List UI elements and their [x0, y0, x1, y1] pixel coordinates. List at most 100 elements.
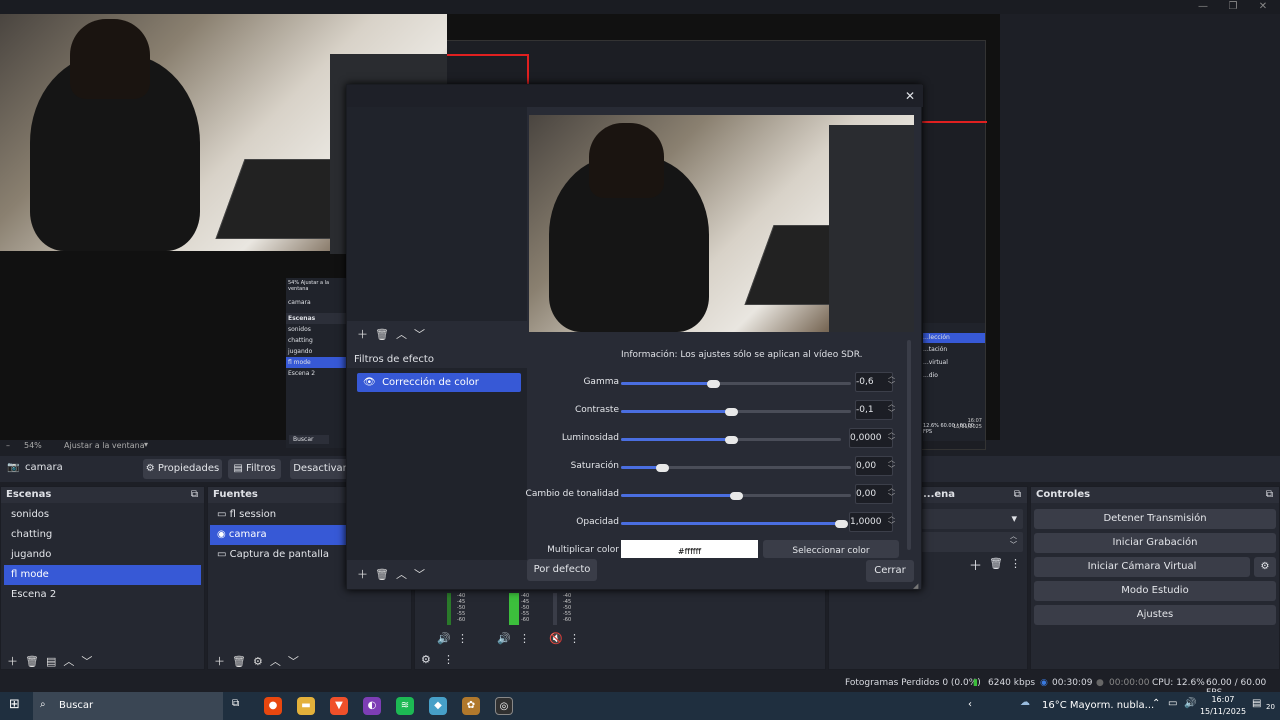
- properties-button[interactable]: ⚙ Propiedades: [143, 459, 222, 479]
- filter-item-color-correction[interactable]: 👁 Corrección de color: [357, 373, 521, 392]
- filter-icon[interactable]: ▤: [46, 655, 56, 668]
- up-arrow-icon[interactable]: ︿: [63, 655, 74, 668]
- speaker-icon[interactable]: 🔊: [437, 632, 451, 645]
- taskbar-search[interactable]: ⌕ Buscar: [33, 692, 223, 720]
- up-arrow-icon[interactable]: ︿: [396, 568, 407, 581]
- dock-undock-icon[interactable]: ⧉: [1014, 487, 1021, 503]
- more-options-icon[interactable]: ⋮: [1010, 557, 1021, 570]
- firefox-icon[interactable]: ◐: [363, 697, 381, 715]
- slider-handle[interactable]: [725, 408, 738, 416]
- windows-start-icon[interactable]: ⊞: [9, 697, 20, 712]
- add-icon[interactable]: ＋: [357, 568, 368, 581]
- settings-scrollbar[interactable]: [907, 340, 911, 550]
- scene-item-escena-2[interactable]: Escena 2: [4, 585, 201, 605]
- zoom-out-button[interactable]: –: [6, 441, 10, 450]
- spin-arrows-icon[interactable]: ︿ ﹀: [885, 372, 898, 392]
- trash-icon[interactable]: 🗑: [25, 655, 39, 668]
- volume-icon[interactable]: 🔊: [1184, 698, 1196, 709]
- add-icon[interactable]: ＋: [214, 655, 225, 668]
- taskbar-clock[interactable]: 16:07 15/11/2025: [1198, 694, 1248, 718]
- start-virtual-camera-button[interactable]: Iniciar Cámara Virtual: [1034, 557, 1250, 577]
- select-color-button[interactable]: Seleccionar color: [763, 540, 899, 558]
- close-window-button[interactable]: ✕: [1248, 0, 1278, 14]
- task-view-icon[interactable]: ⧉: [232, 698, 239, 709]
- scene-item-sonidos[interactable]: sonidos: [4, 505, 201, 525]
- stop-streaming-button[interactable]: Detener Transmisión: [1034, 509, 1276, 529]
- gear-icon[interactable]: ⚙: [253, 655, 263, 668]
- minimize-button[interactable]: —: [1188, 0, 1218, 14]
- chevron-down-icon: ▾: [1011, 512, 1017, 525]
- spin-arrows-icon[interactable]: ︿ ﹀: [885, 512, 898, 532]
- dock-undock-icon[interactable]: ⧉: [191, 487, 198, 503]
- down-arrow-icon[interactable]: ﹀: [288, 655, 299, 668]
- add-icon[interactable]: ＋: [7, 655, 18, 668]
- down-arrow-icon[interactable]: ﹀: [81, 655, 92, 668]
- obs-studio-icon[interactable]: ◎: [495, 697, 513, 715]
- slider-handle[interactable]: [835, 520, 848, 528]
- close-icon[interactable]: ✕: [905, 89, 915, 103]
- office-app-icon[interactable]: ●: [264, 697, 282, 715]
- more-options-icon[interactable]: ⋮: [443, 653, 454, 666]
- transition-select[interactable]: ▾: [921, 509, 1023, 529]
- spin-arrows-icon[interactable]: ︿ ﹀: [885, 428, 898, 448]
- spin-arrows-icon[interactable]: ︿ ﹀: [885, 456, 898, 476]
- add-icon[interactable]: ＋: [969, 555, 982, 574]
- slider-fill: [621, 410, 731, 413]
- scene-item-jugando[interactable]: jugando: [4, 545, 201, 565]
- weather-text: 16°C Mayorm. nubla...: [1042, 700, 1155, 711]
- nested-scene: jugando: [288, 348, 313, 355]
- spin-arrows-icon[interactable]: ︿ ﹀: [885, 400, 898, 420]
- transition-duration[interactable]: ︿ ﹀: [921, 532, 1023, 552]
- slider-handle[interactable]: [730, 492, 743, 500]
- fit-dropdown-icon[interactable]: ▾: [144, 440, 148, 449]
- more-options-icon[interactable]: ⋮: [457, 632, 468, 645]
- spin-arrows-icon[interactable]: ︿ ﹀: [885, 484, 898, 504]
- spotify-icon[interactable]: ≋: [396, 697, 414, 715]
- close-button[interactable]: Cerrar: [866, 560, 914, 582]
- app-icon[interactable]: ◆: [429, 697, 447, 715]
- studio-mode-button[interactable]: Modo Estudio: [1034, 581, 1276, 601]
- maximize-button[interactable]: ❐: [1218, 0, 1248, 14]
- trash-icon[interactable]: 🗑: [232, 655, 246, 668]
- tray-chevron-up-icon[interactable]: ⌃: [1152, 698, 1160, 709]
- nested-scene: chatting: [288, 337, 313, 344]
- up-arrow-icon[interactable]: ︿: [270, 655, 281, 668]
- dock-undock-icon[interactable]: ⧉: [1266, 487, 1273, 503]
- trash-icon[interactable]: 🗑: [375, 568, 389, 581]
- default-button[interactable]: Por defecto: [527, 559, 597, 581]
- up-arrow-icon[interactable]: ︿: [396, 328, 407, 341]
- settings-button[interactable]: Ajustes: [1034, 605, 1276, 625]
- fit-window-button[interactable]: Ajustar a la ventana: [64, 441, 145, 450]
- speaker-icon[interactable]: 🔊: [497, 632, 511, 645]
- down-arrow-icon[interactable]: ﹀: [414, 568, 425, 581]
- scene-item-fl-mode[interactable]: fl mode: [4, 565, 201, 585]
- muted-speaker-icon[interactable]: 🔇: [549, 632, 563, 645]
- mixer-channel: -40 -45 -50 -55 -60: [549, 591, 589, 627]
- more-options-icon[interactable]: ⋮: [569, 632, 580, 645]
- file-explorer-icon[interactable]: ▬: [297, 697, 315, 715]
- taskbar-chevron-icon[interactable]: ‹: [968, 699, 972, 710]
- more-options-icon[interactable]: ⋮: [519, 632, 530, 645]
- person-head: [589, 123, 664, 198]
- add-icon[interactable]: ＋: [357, 328, 368, 341]
- slider-handle[interactable]: [725, 436, 738, 444]
- mixer-settings-icon[interactable]: ⚙: [421, 653, 431, 666]
- trash-icon[interactable]: 🗑: [989, 557, 1003, 570]
- controls-dock: Controles ⧉ Detener Transmisión Iniciar G…: [1030, 486, 1280, 670]
- deactivate-button[interactable]: Desactivar: [290, 459, 350, 479]
- notification-icon[interactable]: ▤: [1252, 698, 1261, 709]
- slider-handle[interactable]: [656, 464, 669, 472]
- network-icon[interactable]: ▭: [1168, 698, 1177, 709]
- record-time: 00:00:00: [1109, 678, 1150, 688]
- fl-studio-icon[interactable]: ✿: [462, 697, 480, 715]
- resize-grip-icon[interactable]: ◢: [913, 582, 918, 590]
- slider-handle[interactable]: [707, 380, 720, 388]
- down-arrow-icon[interactable]: ﹀: [414, 328, 425, 341]
- trash-icon[interactable]: 🗑: [375, 328, 389, 341]
- virtual-camera-settings-button[interactable]: ⚙: [1254, 557, 1276, 577]
- filters-button[interactable]: ▤ Filtros: [228, 459, 281, 479]
- scene-item-chatting[interactable]: chatting: [4, 525, 201, 545]
- zoom-level: 54%: [24, 441, 42, 450]
- brave-browser-icon[interactable]: ▼: [330, 697, 348, 715]
- start-recording-button[interactable]: Iniciar Grabación: [1034, 533, 1276, 553]
